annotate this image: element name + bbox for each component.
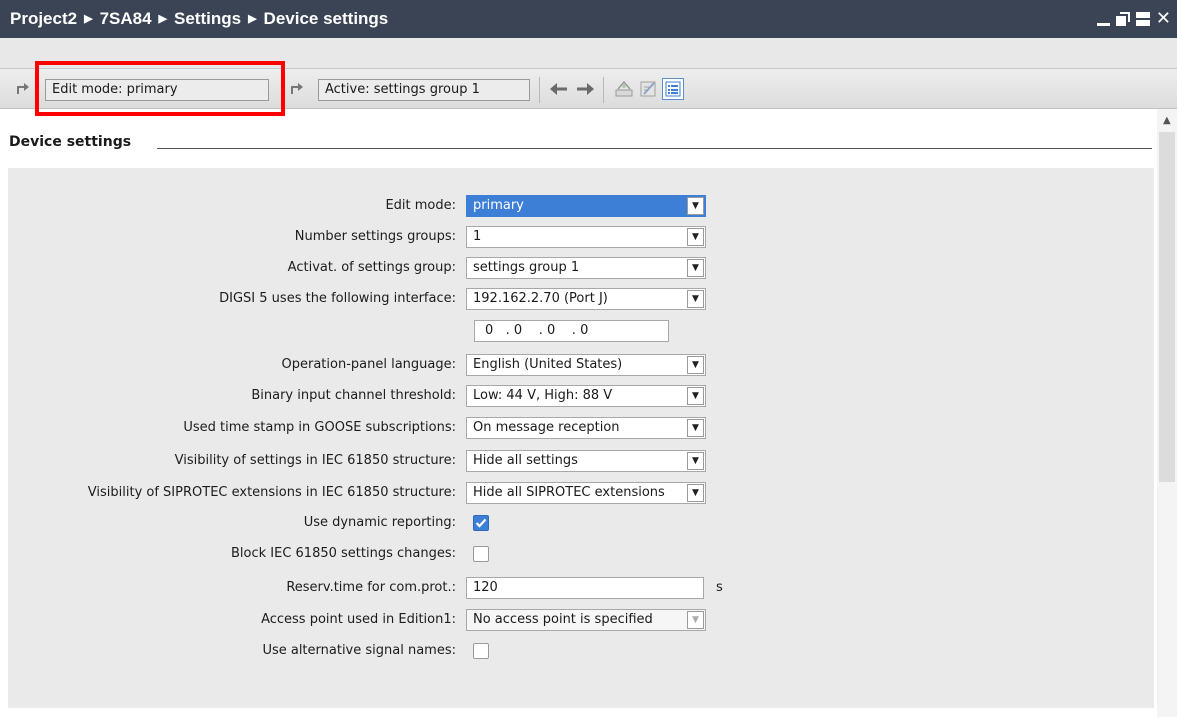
row-dynamic-reporting: Use dynamic reporting: <box>8 512 1154 534</box>
access-point-value: No access point is specified <box>473 612 653 627</box>
close-icon[interactable]: ✕ <box>1156 10 1171 28</box>
chevron-down-icon[interactable]: ▼ <box>687 259 704 277</box>
row-alt-signal-names: Use alternative signal names: <box>8 640 1154 662</box>
breadcrumb-separator-icon: ▶ <box>84 12 93 25</box>
window-controls: ✕ <box>1096 0 1171 38</box>
reserv-time-input[interactable]: 120 <box>466 577 704 599</box>
row-threshold: Binary input channel threshold: Low: 44 … <box>8 385 1154 407</box>
breadcrumb-separator-icon: ▶ <box>248 12 257 25</box>
checkmark-icon <box>475 518 487 528</box>
compare-icon[interactable] <box>613 78 635 100</box>
forward-arrow-icon[interactable] <box>574 78 596 100</box>
activation-value: settings group 1 <box>473 260 580 275</box>
access-point-label: Access point used in Edition1: <box>261 612 456 627</box>
interface-value: 192.162.2.70 (Port J) <box>473 291 608 306</box>
chevron-down-icon[interactable]: ▼ <box>687 290 704 308</box>
row-block-changes: Block IEC 61850 settings changes: <box>8 543 1154 565</box>
settings-panel: Edit mode: primary ▼ Number settings grou… <box>8 168 1154 708</box>
visibility-settings-value: Hide all settings <box>473 453 578 468</box>
highlight-box <box>35 61 285 116</box>
row-edit-mode: Edit mode: primary ▼ <box>8 195 1154 217</box>
row-reserv-time: Reserv.time for com.prot.: 120 s <box>8 577 1154 599</box>
block-changes-label: Block IEC 61850 settings changes: <box>230 546 456 561</box>
breadcrumb-settings[interactable]: Settings <box>174 9 241 28</box>
breadcrumb-project[interactable]: Project2 <box>10 9 77 28</box>
dynamic-reporting-checkbox[interactable] <box>473 515 489 531</box>
row-goose-timestamp: Used time stamp in GOOSE subscriptions: … <box>8 417 1154 439</box>
reserv-time-label: Reserv.time for com.prot.: <box>286 580 456 595</box>
threshold-label: Binary input channel threshold: <box>251 388 456 403</box>
breadcrumb-device-settings: Device settings <box>263 9 389 28</box>
row-visibility-settings: Visibility of settings in IEC 61850 stru… <box>8 450 1154 472</box>
row-interface: DIGSI 5 uses the following interface: 19… <box>8 288 1154 310</box>
language-value: English (United States) <box>473 357 623 372</box>
scrollbar-thumb[interactable] <box>1159 132 1175 482</box>
breadcrumb-device[interactable]: 7SA84 <box>100 9 152 28</box>
section-title: Device settings <box>9 134 132 150</box>
goose-timestamp-label: Used time stamp in GOOSE subscriptions: <box>183 420 456 435</box>
turn-arrow-icon <box>16 81 30 95</box>
row-language: Operation-panel language: English (Unite… <box>8 354 1154 376</box>
edit-mode-select[interactable]: primary ▼ <box>466 195 706 217</box>
edit-mode-label: Edit mode: <box>385 198 456 213</box>
breadcrumb-separator-icon: ▶ <box>158 12 168 25</box>
alt-signal-names-checkbox[interactable] <box>473 643 489 659</box>
section-divider <box>157 148 1152 149</box>
goose-timestamp-select[interactable]: On message reception ▼ <box>466 417 706 439</box>
block-changes-checkbox[interactable] <box>473 546 489 562</box>
breadcrumb: Project2 ▶ 7SA84 ▶ Settings ▶ Device settings <box>10 0 388 38</box>
activation-select[interactable]: settings group 1 ▼ <box>466 257 706 279</box>
row-visibility-extensions: Visibility of SIPROTEC extensions in IEC… <box>8 482 1154 504</box>
section-header: Device settings <box>0 126 1157 158</box>
goose-timestamp-value: On message reception <box>473 420 620 435</box>
visibility-extensions-label: Visibility of SIPROTEC extensions in IEC… <box>87 485 456 500</box>
turn-arrow-icon <box>290 81 304 95</box>
chevron-down-icon[interactable]: ▼ <box>687 452 704 470</box>
interface-label: DIGSI 5 uses the following interface: <box>219 291 456 306</box>
scroll-up-icon[interactable]: ▲ <box>1163 115 1171 126</box>
maximize-icon[interactable] <box>1135 12 1150 26</box>
chevron-down-icon[interactable]: ▼ <box>687 228 704 246</box>
visibility-settings-label: Visibility of settings in IEC 61850 stru… <box>174 453 456 468</box>
row-activation: Activat. of settings group: settings gro… <box>8 257 1154 279</box>
threshold-value: Low: 44 V, High: 88 V <box>473 388 613 403</box>
chevron-down-icon[interactable]: ▼ <box>687 611 704 629</box>
alt-signal-names-label: Use alternative signal names: <box>262 643 456 658</box>
chevron-down-icon[interactable]: ▼ <box>687 197 704 215</box>
language-select[interactable]: English (United States) ▼ <box>466 354 706 376</box>
chevron-down-icon[interactable]: ▼ <box>687 419 704 437</box>
number-groups-select[interactable]: 1 ▼ <box>466 226 706 248</box>
row-ip-address: 0 . 0 . 0 . 0 <box>8 320 1154 342</box>
toolbar-separator <box>603 77 604 103</box>
number-groups-value: 1 <box>473 229 482 244</box>
interface-select[interactable]: 192.162.2.70 (Port J) ▼ <box>466 288 706 310</box>
active-group-indicator[interactable]: Active: settings group 1 <box>318 79 530 101</box>
vertical-scrollbar[interactable]: ▲ <box>1157 109 1177 717</box>
number-groups-label: Number settings groups: <box>294 229 456 244</box>
chevron-down-icon[interactable]: ▼ <box>687 484 704 502</box>
back-arrow-icon[interactable] <box>548 78 570 100</box>
access-point-select[interactable]: No access point is specified ▼ <box>466 609 706 631</box>
float-window-icon[interactable] <box>1115 12 1130 26</box>
language-label: Operation-panel language: <box>281 357 457 372</box>
minimize-icon[interactable] <box>1096 22 1110 26</box>
chevron-down-icon[interactable]: ▼ <box>687 356 704 374</box>
activation-label: Activat. of settings group: <box>287 260 456 275</box>
visibility-settings-select[interactable]: Hide all settings ▼ <box>466 450 706 472</box>
visibility-extensions-select[interactable]: Hide all SIPROTEC extensions ▼ <box>466 482 706 504</box>
threshold-select[interactable]: Low: 44 V, High: 88 V ▼ <box>466 385 706 407</box>
ip-address-input[interactable]: 0 . 0 . 0 . 0 <box>474 320 669 342</box>
row-access-point: Access point used in Edition1: No access… <box>8 609 1154 631</box>
dynamic-reporting-label: Use dynamic reporting: <box>303 515 456 530</box>
reserv-time-unit: s <box>716 580 723 595</box>
visibility-extensions-value: Hide all SIPROTEC extensions <box>473 485 665 500</box>
row-number-groups: Number settings groups: 1 ▼ <box>8 226 1154 248</box>
edit-view-icon[interactable] <box>638 78 660 100</box>
title-bar: Project2 ▶ 7SA84 ▶ Settings ▶ Device settings … <box>0 0 1177 38</box>
toolbar-separator <box>539 77 540 103</box>
list-view-icon[interactable] <box>662 78 684 100</box>
chevron-down-icon[interactable]: ▼ <box>687 387 704 405</box>
edit-mode-value: primary <box>473 198 524 213</box>
